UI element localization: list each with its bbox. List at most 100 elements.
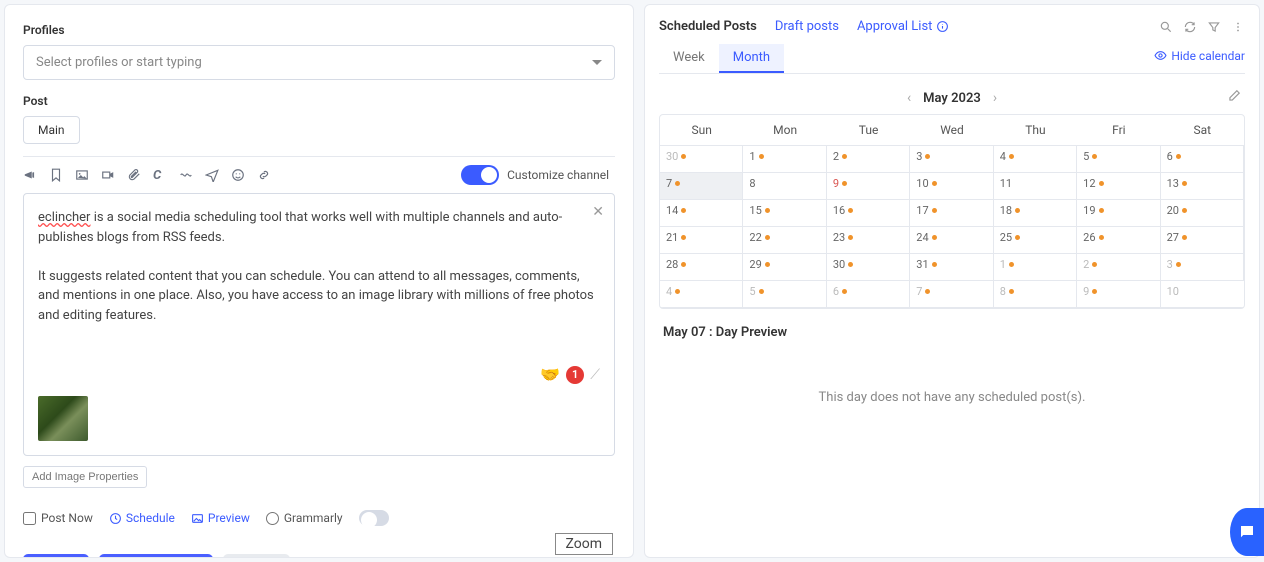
event-dot-icon — [1015, 208, 1020, 213]
error-badge[interactable]: 1 — [566, 366, 584, 384]
save-button[interactable]: Save — [23, 554, 89, 558]
calendar-cell[interactable]: 6 — [827, 281, 910, 308]
more-icon[interactable] — [1231, 20, 1245, 34]
event-dot-icon — [842, 181, 847, 186]
calendar-cell[interactable]: 22 — [743, 227, 826, 254]
calendar-cell[interactable]: 17 — [910, 200, 993, 227]
send-icon[interactable] — [205, 168, 219, 182]
add-image-properties-button[interactable]: Add Image Properties — [23, 466, 147, 488]
calendar-cell[interactable]: 5 — [1077, 146, 1160, 173]
megaphone-icon[interactable] — [23, 168, 37, 182]
calendar-cell[interactable]: 27 — [1161, 227, 1244, 254]
calendar-cell[interactable]: 6 — [1161, 146, 1244, 173]
search-icon[interactable] — [1159, 20, 1173, 34]
calendar-cell[interactable]: 3 — [910, 146, 993, 173]
calendar-cell[interactable]: 8 — [743, 173, 826, 200]
calendar-cell[interactable]: 16 — [827, 200, 910, 227]
emoji-icon[interactable] — [231, 168, 245, 182]
event-dot-icon — [932, 262, 937, 267]
calendar-cell[interactable]: 4 — [994, 146, 1077, 173]
calendar-cell[interactable]: 31 — [910, 254, 993, 281]
calendar-cell[interactable]: 21 — [660, 227, 743, 254]
event-dot-icon — [1099, 181, 1104, 186]
event-dot-icon — [1176, 262, 1181, 267]
calendar-cell[interactable]: 7 — [660, 173, 743, 200]
resize-handle[interactable]: ⟋ — [590, 367, 600, 383]
calendar-cell[interactable]: 1 — [743, 146, 826, 173]
event-dot-icon — [1092, 262, 1097, 267]
close-icon[interactable]: ✕ — [592, 204, 604, 220]
calendar-cell[interactable]: 20 — [1161, 200, 1244, 227]
event-dot-icon — [932, 235, 937, 240]
filter-icon[interactable] — [1207, 20, 1221, 34]
calendar-cell[interactable]: 30 — [827, 254, 910, 281]
calendar-day-header: Sun — [660, 115, 743, 146]
schedule-option[interactable]: Schedule — [109, 511, 175, 525]
calendar-cell[interactable]: 19 — [1077, 200, 1160, 227]
calendar-cell[interactable]: 2 — [1077, 254, 1160, 281]
calendar-cell[interactable]: 1 — [994, 254, 1077, 281]
calendar-cell[interactable]: 18 — [994, 200, 1077, 227]
calendar-cell[interactable]: 9 — [827, 173, 910, 200]
preview-option[interactable]: Preview — [191, 511, 250, 525]
video-icon[interactable] — [101, 168, 115, 182]
calendar-cell[interactable]: 7 — [910, 281, 993, 308]
calendar-cell[interactable]: 10 — [910, 173, 993, 200]
calendar-cell[interactable]: 26 — [1077, 227, 1160, 254]
profiles-dropdown[interactable]: Select profiles or start typing — [23, 45, 615, 80]
tab-draft-posts[interactable]: Draft posts — [775, 19, 839, 34]
refresh-icon[interactable] — [1183, 20, 1197, 34]
grammarly-option[interactable]: Grammarly — [266, 511, 343, 525]
calendar-cell[interactable]: 3 — [1161, 254, 1244, 281]
editor-content[interactable]: eclincher is a social media scheduling t… — [38, 208, 600, 325]
view-tab-week[interactable]: Week — [659, 44, 719, 73]
calendar-cell[interactable]: 8 — [994, 281, 1077, 308]
next-month-button[interactable]: › — [981, 90, 1009, 106]
calendar-cell[interactable]: 24 — [910, 227, 993, 254]
calendar-cell[interactable]: 14 — [660, 200, 743, 227]
post-editor[interactable]: ✕ eclincher is a social media scheduling… — [23, 193, 615, 456]
chat-widget[interactable] — [1230, 508, 1264, 556]
view-tab-month[interactable]: Month — [719, 44, 784, 73]
event-dot-icon — [848, 235, 853, 240]
zoom-indicator[interactable]: Zoom — [555, 533, 614, 555]
calendar-cell[interactable]: 29 — [743, 254, 826, 281]
edit-icon[interactable] — [1227, 89, 1241, 107]
link-icon[interactable] — [257, 168, 271, 182]
calendar-cell[interactable]: 28 — [660, 254, 743, 281]
event-dot-icon — [681, 154, 686, 159]
calendar-cell[interactable]: 4 — [660, 281, 743, 308]
calendar-cell[interactable]: 15 — [743, 200, 826, 227]
calendar-cell[interactable]: 12 — [1077, 173, 1160, 200]
calendar-day-header: Sat — [1161, 115, 1244, 146]
tab-scheduled-posts[interactable]: Scheduled Posts — [659, 19, 757, 34]
prev-month-button[interactable]: ‹ — [895, 90, 923, 106]
post-now-option[interactable]: Post Now — [23, 511, 93, 525]
calendar-cell[interactable]: 30 — [660, 146, 743, 173]
customize-label: Customize channel — [507, 168, 609, 182]
grammarly-toggle[interactable] — [359, 510, 389, 526]
hide-calendar-link[interactable]: Hide calendar — [1154, 49, 1245, 69]
wave-icon[interactable] — [179, 168, 193, 182]
more-options-button[interactable]: More Options — [99, 554, 213, 558]
info-icon — [936, 20, 949, 33]
calendar-cell[interactable]: 23 — [827, 227, 910, 254]
canva-icon[interactable]: C — [153, 168, 167, 182]
calendar-cell[interactable]: 25 — [994, 227, 1077, 254]
calendar-cell[interactable]: 2 — [827, 146, 910, 173]
bookmark-icon[interactable] — [49, 168, 63, 182]
attachment-icon[interactable] — [127, 168, 141, 182]
attached-image-thumb[interactable] — [38, 396, 88, 441]
tab-main[interactable]: Main — [23, 116, 80, 144]
calendar-day-header: Tue — [827, 115, 910, 146]
calendar-cell[interactable]: 13 — [1161, 173, 1244, 200]
image-icon[interactable] — [75, 168, 89, 182]
customize-toggle[interactable] — [461, 165, 499, 185]
clear-button[interactable]: Clear — [223, 554, 290, 558]
calendar-cell[interactable]: 9 — [1077, 281, 1160, 308]
calendar-cell[interactable]: 5 — [743, 281, 826, 308]
calendar-cell[interactable]: 11 — [994, 173, 1077, 200]
calendar-cell[interactable]: 10 — [1161, 281, 1244, 308]
tab-approval-list[interactable]: Approval List — [857, 19, 949, 34]
event-dot-icon — [925, 289, 930, 294]
